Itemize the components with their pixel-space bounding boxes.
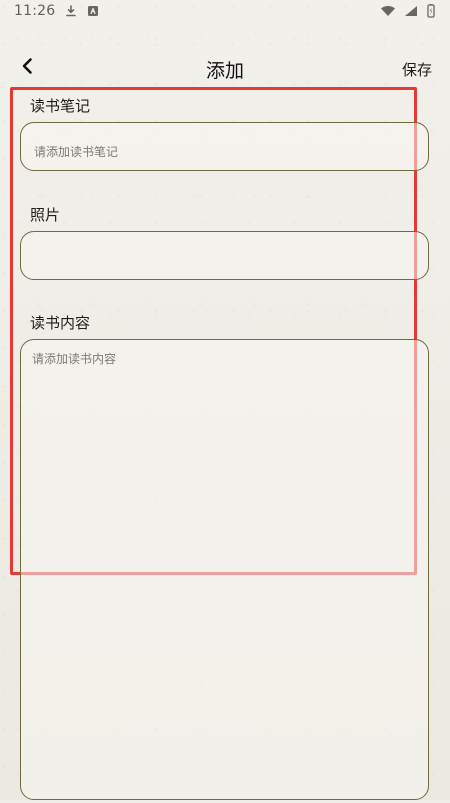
a-icon xyxy=(87,5,99,17)
status-time: 11:26 xyxy=(14,3,56,19)
status-right xyxy=(380,4,436,18)
photo-picker[interactable] xyxy=(20,231,429,280)
reading-content-label: 读书内容 xyxy=(30,314,91,332)
download-icon xyxy=(65,5,77,17)
wifi-icon xyxy=(380,5,396,17)
reading-notes-label: 读书笔记 xyxy=(30,97,91,115)
signal-icon xyxy=(404,5,418,17)
battery-icon xyxy=(426,4,436,18)
reading-notes-input[interactable] xyxy=(32,123,417,170)
save-button[interactable]: 保存 xyxy=(402,59,432,80)
photo-label: 照片 xyxy=(30,206,61,224)
reading-notes-field[interactable] xyxy=(20,122,429,171)
page-title: 添加 xyxy=(205,60,244,82)
reading-content-textarea[interactable] xyxy=(21,340,428,799)
status-left: 11:26 xyxy=(14,3,99,19)
status-bar: 11:26 xyxy=(0,0,450,28)
header: 添加 保存 xyxy=(0,52,450,88)
reading-content-field[interactable] xyxy=(20,339,429,800)
